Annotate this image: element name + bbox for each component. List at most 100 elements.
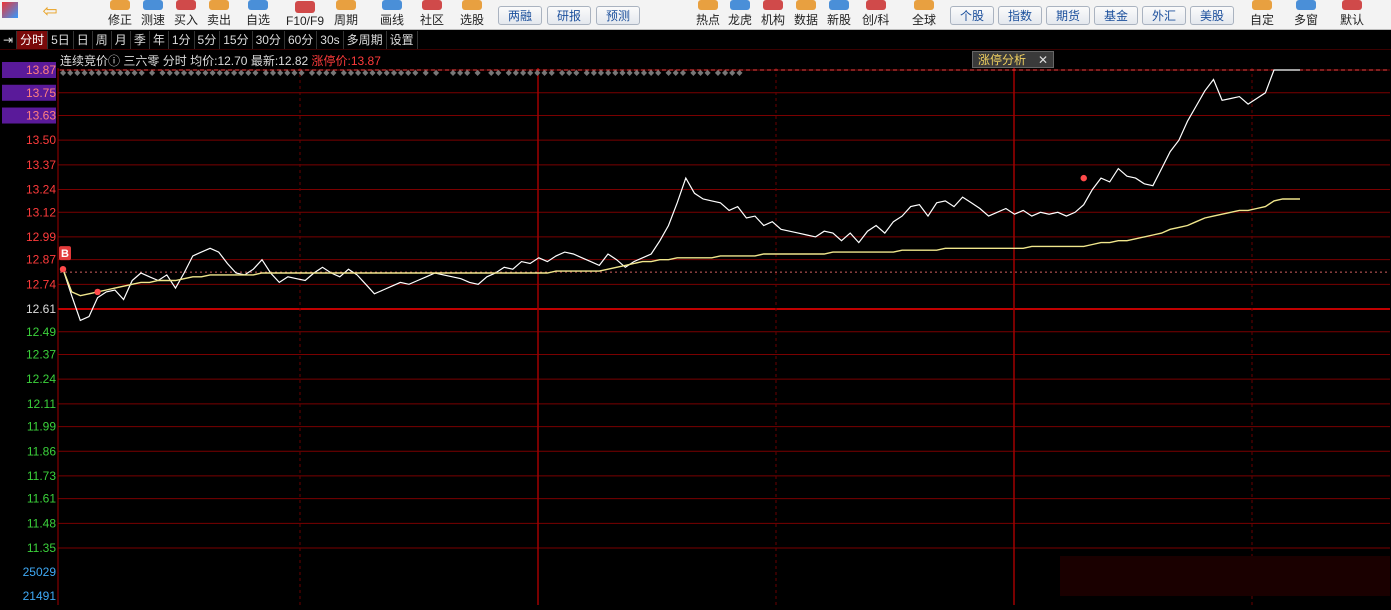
pin-icon[interactable]: ⇥: [0, 30, 18, 49]
toolbar-button-buttons-2[interactable]: 预测: [596, 6, 640, 25]
multi-window-icon: [1296, 0, 1316, 10]
auction-label: 连续竞价: [60, 54, 109, 68]
globe-icon: [914, 0, 934, 10]
intraday-chart[interactable]: 13.87 13.75 13.63 13.50 13.37 13.24 13.12 12.99…: [0, 50, 1391, 605]
toolbar-item-label: 自选: [246, 13, 271, 27]
toolbar-item-2-items_far[interactable]: 默认: [1340, 0, 1364, 30]
price-tick-label: 12.99: [26, 230, 56, 244]
toolbar-item-3-items_right[interactable]: 数据: [794, 0, 818, 30]
toolbar-item-2-items_right[interactable]: 机构: [761, 0, 785, 30]
toolbar-button-market_buttons-1[interactable]: 指数: [998, 6, 1042, 25]
toolbar-item-label: 热点: [696, 13, 721, 27]
toolbar-item-label: 数据: [794, 13, 819, 27]
toolbar-item-1-items_right[interactable]: 龙虎: [728, 0, 752, 30]
toolbar-item-5-items[interactable]: F10/F9: [286, 0, 324, 30]
toolbar-button-market_buttons-3[interactable]: 基金: [1094, 6, 1138, 25]
price-tick-label: 13.37: [26, 158, 56, 172]
toolbar-item-8-items[interactable]: 社区: [420, 0, 444, 30]
volume-tick-label: 25029: [23, 565, 57, 579]
period-tab[interactable]: 30s: [317, 30, 344, 49]
toolbar-item-6-items[interactable]: 周期: [334, 0, 358, 30]
period-tab[interactable]: 5日: [48, 30, 74, 49]
toolbar-item-label: 卖出: [207, 13, 232, 27]
toolbar-item-label: 修正: [108, 13, 133, 27]
period-tab[interactable]: 设置: [387, 30, 418, 49]
toolbar-item-3-items[interactable]: 卖出: [207, 0, 231, 30]
period-tab[interactable]: 30分: [253, 30, 285, 49]
info-circle-icon[interactable]: ⓘ: [108, 54, 120, 68]
toolbar-item-label: 多窗: [1294, 13, 1319, 27]
period-tab[interactable]: 15分: [220, 30, 253, 49]
main-toolbar: ⇦ 修正 测速 买入 卖出 自选 F10/F9 周期 画线 社区 选股 热点 龙虎 机构 数据 新股 创/科 全球…: [0, 0, 1391, 30]
back-arrow-icon[interactable]: ⇦: [34, 0, 66, 22]
period-tab[interactable]: 周: [93, 30, 112, 49]
chart-icon: [865, 0, 886, 10]
period-bar: ⇥ 分时 5日日周月季年 1分 5分 15分 30分 60分 30s 多周期 设置: [0, 30, 1391, 50]
period-tab[interactable]: 季: [131, 30, 150, 49]
toolbar-button-market_buttons-2[interactable]: 期货: [1046, 6, 1090, 25]
volume-area: [1060, 556, 1390, 596]
period-tab[interactable]: 年: [150, 30, 169, 49]
period-tab[interactable]: 日: [74, 30, 93, 49]
toolbar-item-4-items[interactable]: 自选: [246, 0, 270, 30]
toolbar-item-label: 机构: [761, 13, 786, 27]
price-tick-label: 11.99: [27, 420, 56, 434]
toolbar-item-7-items[interactable]: 画线: [380, 0, 404, 30]
period-tab[interactable]: 分时: [17, 30, 49, 49]
avg-label: 均价:: [190, 54, 218, 68]
price-tick-label: 12.49: [26, 325, 56, 339]
hot-icon: [698, 0, 718, 10]
toolbar-item-label: 周期: [334, 13, 359, 27]
toolbar-item-9-items[interactable]: 选股: [460, 0, 484, 30]
toolbar-item-label: 测速: [141, 13, 166, 27]
toolbar-item-6-items_right[interactable]: 全球: [912, 0, 936, 30]
chart-canvas: 13.87 13.75 13.63 13.50 13.37 13.24 13.12 12.99…: [0, 50, 1390, 605]
price-tick-label: 12.11: [27, 397, 56, 411]
period-tab[interactable]: 60分: [285, 30, 318, 49]
toolbar-button-market_buttons-0[interactable]: 个股: [950, 6, 994, 25]
toolbar-item-label: 社区: [420, 13, 445, 27]
period-tab[interactable]: 月: [112, 30, 131, 49]
toolbar-item-2-items[interactable]: 买入: [174, 0, 198, 30]
document-icon: [295, 1, 315, 13]
toolbar-item-1-items[interactable]: 测速: [141, 0, 165, 30]
toolbar-item-label: 创/科: [862, 13, 890, 27]
toolbar-button-market_buttons-4[interactable]: 外汇: [1142, 6, 1186, 25]
volume-tick-label: 21491: [23, 589, 57, 603]
app-logo-icon: [2, 2, 18, 18]
price-tick-label: 12.37: [26, 348, 56, 362]
period-tab[interactable]: 1分: [169, 30, 195, 49]
toolbar-item-label: 选股: [460, 13, 485, 27]
buy-icon: [176, 0, 196, 10]
close-icon[interactable]: ✕: [1038, 53, 1048, 67]
sell-icon: [209, 0, 229, 10]
toolbar-button-market_buttons-5[interactable]: 美股: [1190, 6, 1234, 25]
trade-marker[interactable]: [94, 288, 101, 296]
custom-icon: [1252, 0, 1272, 10]
toolbar-item-0-items_far[interactable]: 自定: [1250, 0, 1274, 30]
period-tab[interactable]: 5分: [195, 30, 221, 49]
limit-up-analysis-tab[interactable]: 涨停分析 ✕: [972, 51, 1054, 68]
trade-marker[interactable]: [1080, 174, 1087, 182]
toolbar-item-label: 全球: [912, 13, 937, 27]
toolbar-item-0-items[interactable]: 修正: [108, 0, 132, 30]
dragon-icon: [730, 0, 750, 10]
price-tick-label: 12.24: [26, 372, 56, 386]
toolbar-item-0-items_right[interactable]: 热点: [696, 0, 720, 30]
toolbar-item-1-items_far[interactable]: 多窗: [1294, 0, 1318, 30]
toolbar-button-buttons-1[interactable]: 研报: [547, 6, 591, 25]
toolbar-item-4-items_right[interactable]: 新股: [827, 0, 851, 30]
data-icon: [796, 0, 816, 10]
toolbar-item-label: 龙虎: [728, 13, 753, 27]
period-tab[interactable]: 多周期: [344, 30, 387, 49]
toolbar-button-buttons-0[interactable]: 两融: [498, 6, 542, 25]
limit-up-analysis-label: 涨停分析: [978, 53, 1027, 67]
limit-label: 涨停价:: [311, 54, 351, 68]
price-tick-label: 12.87: [26, 253, 56, 267]
speedometer-icon: [143, 0, 163, 10]
toolbar-item-5-items_right[interactable]: 创/科: [862, 0, 889, 30]
limit-value: 13.87: [350, 54, 381, 68]
price-tick-label: 13.63: [26, 109, 56, 123]
pen-icon: [382, 0, 402, 10]
trade-marker[interactable]: [59, 265, 67, 273]
